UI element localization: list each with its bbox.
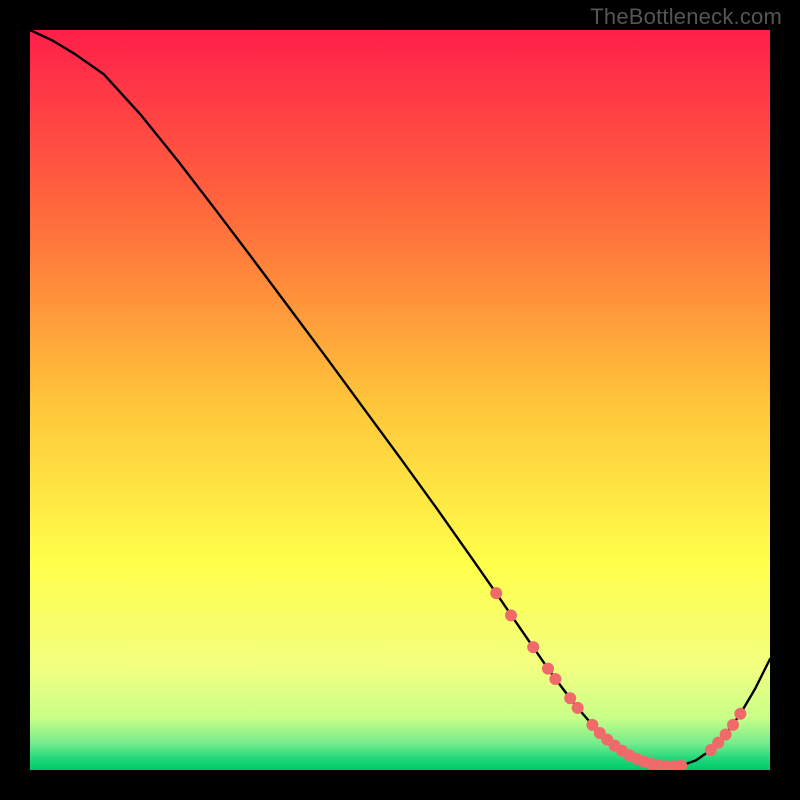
data-marker: [720, 728, 732, 740]
watermark-text: TheBottleneck.com: [590, 4, 782, 30]
data-marker: [572, 702, 584, 714]
data-marker: [727, 719, 739, 731]
data-marker: [505, 609, 517, 621]
gradient-background: [30, 30, 770, 770]
data-marker: [564, 692, 576, 704]
data-marker: [490, 587, 502, 599]
chart-container: TheBottleneck.com: [0, 0, 800, 800]
data-marker: [734, 708, 746, 720]
data-marker: [542, 663, 554, 675]
data-marker: [549, 673, 561, 685]
chart-svg: [30, 30, 770, 770]
data-marker: [527, 641, 539, 653]
plot-area: [30, 30, 770, 770]
